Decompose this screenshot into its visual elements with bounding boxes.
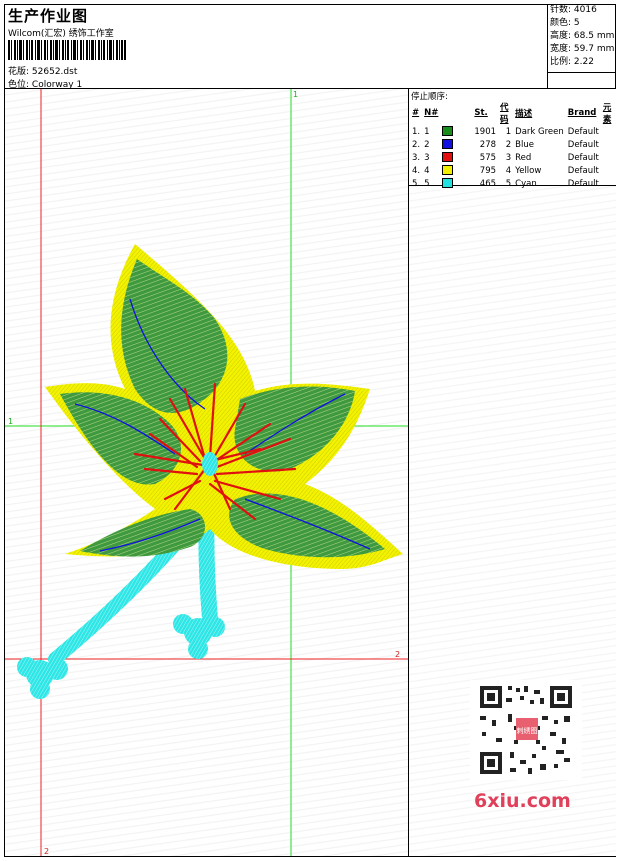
cell-st: 278 xyxy=(479,139,497,150)
cell-code: 2 xyxy=(505,139,512,150)
stat-colors: 颜色: 5 xyxy=(550,18,580,28)
color-swatch xyxy=(442,152,454,163)
stat-height: 高度: 68.5 mm xyxy=(550,31,615,41)
cell-st: 575 xyxy=(479,152,497,163)
guide-label-red-horizontal: 2 xyxy=(395,650,400,659)
table-row: 4. 4 795 4 Yellow Default xyxy=(410,164,616,177)
table-row: 2. 2 278 2 Blue Default xyxy=(410,138,616,151)
stat-width: 宽度: 59.7 mm xyxy=(550,44,615,54)
company-name: Wilcom(汇宏) 绣饰工作室 xyxy=(8,29,114,39)
design-canvas: 1 1 2 2 xyxy=(5,89,408,856)
stat-stitches: 针数: 4016 xyxy=(550,5,597,15)
qr-code: 刺绣图 xyxy=(470,680,582,780)
cell-idx: 2. xyxy=(412,139,421,150)
cell-idx: 4. xyxy=(412,165,421,176)
cell-n: 5 xyxy=(424,178,430,189)
guide-label-green-vertical: 1 xyxy=(293,90,298,99)
watermark-brand: 6xiu.com xyxy=(474,790,571,812)
cell-brand: Default xyxy=(567,178,599,189)
cell-code: 5 xyxy=(505,178,512,189)
stamen xyxy=(202,452,218,476)
sheet-title: 生产作业图 xyxy=(8,7,89,25)
stop-sequence-table: # N# St. 代码 描述 Brand 元素 1. 1 1901 1 Dark Gre… xyxy=(410,101,616,190)
cell-brand: Default xyxy=(567,126,599,137)
cell-brand: Default xyxy=(567,139,599,150)
table-header-row: # N# St. 代码 描述 Brand 元素 xyxy=(412,103,612,125)
cell-idx: 5. xyxy=(412,178,421,189)
cell-n: 2 xyxy=(424,139,430,150)
cell-code: 1 xyxy=(505,126,512,137)
stop-sequence-box: 停止顺序: # N# St. 代码 描述 Brand 元素 1. 1 1901 1 Da… xyxy=(409,89,616,189)
guide-label-green-horizontal: 1 xyxy=(8,417,13,426)
color-swatch xyxy=(442,139,454,150)
table-row: 1. 1 1901 1 Dark Green Default xyxy=(410,125,616,138)
color-swatch xyxy=(442,165,454,176)
cell-n: 1 xyxy=(424,126,430,137)
color-swatch xyxy=(442,178,454,189)
cell-st: 795 xyxy=(479,165,497,176)
barcode xyxy=(8,40,126,60)
guide-label-red-vertical: 2 xyxy=(44,847,49,856)
cell-desc: Dark Green xyxy=(515,126,564,137)
table-row: 5. 5 465 5 Cyan Default xyxy=(410,177,616,190)
cell-st: 465 xyxy=(479,178,497,189)
stats-divider xyxy=(547,72,616,73)
cell-idx: 1. xyxy=(412,126,421,137)
cell-idx: 3. xyxy=(412,152,421,163)
svg-text:刺绣图: 刺绣图 xyxy=(517,726,538,735)
cell-n: 3 xyxy=(424,152,430,163)
color-swatch xyxy=(442,126,454,137)
cell-desc: Cyan xyxy=(515,178,537,189)
stat-scale: 比例: 2.22 xyxy=(550,57,594,67)
cell-desc: Blue xyxy=(515,139,534,150)
table-row: 3. 3 575 3 Red Default xyxy=(410,151,616,164)
cell-st: 1901 xyxy=(474,126,497,137)
stats-panel: 针数: 4016 颜色: 5 高度: 68.5 mm 宽度: 59.7 mm 比… xyxy=(547,4,616,88)
cell-desc: Yellow xyxy=(515,165,542,176)
cell-brand: Default xyxy=(567,165,599,176)
cell-code: 4 xyxy=(505,165,512,176)
cell-desc: Red xyxy=(515,152,532,163)
cell-brand: Default xyxy=(567,152,599,163)
sheet-header: 生产作业图 Wilcom(汇宏) 绣饰工作室 花版: 52652.dst 色位:… xyxy=(4,4,547,90)
cell-n: 4 xyxy=(424,165,430,176)
cell-code: 3 xyxy=(505,152,512,163)
design-file: 花版: 52652.dst xyxy=(8,67,78,77)
embroidery-design: 1 1 2 2 xyxy=(5,89,408,856)
